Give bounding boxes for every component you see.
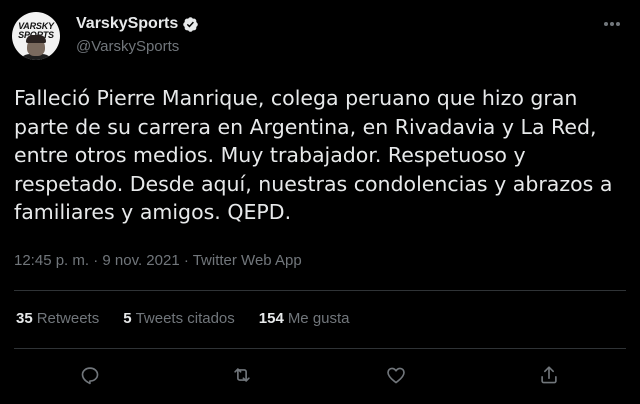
reply-button[interactable] <box>78 363 102 387</box>
likes-stat[interactable]: 154 Me gusta <box>259 310 350 327</box>
more-button[interactable] <box>598 12 626 36</box>
retweet-button[interactable] <box>230 363 254 387</box>
display-name[interactable]: VarskySports <box>76 15 178 33</box>
more-icon <box>604 22 608 26</box>
more-icon-dot <box>616 22 620 26</box>
like-button[interactable] <box>384 363 408 387</box>
share-button[interactable] <box>537 363 561 387</box>
verified-badge-icon <box>182 16 199 33</box>
quotes-count: 5 <box>123 310 132 327</box>
share-icon <box>541 366 557 384</box>
quotes-label: Tweets citados <box>135 310 235 327</box>
tweet-text: Falleció Pierre Manrique, colega peruano… <box>14 86 613 224</box>
likes-label: Me gusta <box>287 310 350 327</box>
retweets-label: Retweets <box>36 310 100 327</box>
quotes-stat[interactable]: 5 Tweets citados <box>123 310 235 327</box>
retweets-count: 35 <box>16 310 33 327</box>
action-bar <box>0 355 640 395</box>
likes-count: 154 <box>258 310 284 327</box>
tweet-stats: 35 Retweets 5 Tweets citados 154 Me gust… <box>16 310 350 327</box>
author-name-row: VarskySports <box>76 15 199 33</box>
reply-icon <box>81 367 99 385</box>
retweets-stat[interactable]: 35 Retweets <box>16 310 99 327</box>
divider <box>14 348 626 349</box>
tweet-meta[interactable]: 12:45 p. m. · 9 nov. 2021 · Twitter Web … <box>14 252 302 269</box>
avatar-hair <box>26 35 46 43</box>
divider <box>14 290 626 291</box>
retweet-icon <box>234 368 250 382</box>
author-handle[interactable]: @VarskySports <box>76 38 179 55</box>
avatar[interactable]: VARSKYSPORTS <box>12 12 60 60</box>
tweet-card: VARSKYSPORTS VarskySports @VarskySports … <box>0 0 640 404</box>
more-icon-dot <box>610 22 614 26</box>
heart-icon <box>387 367 405 384</box>
